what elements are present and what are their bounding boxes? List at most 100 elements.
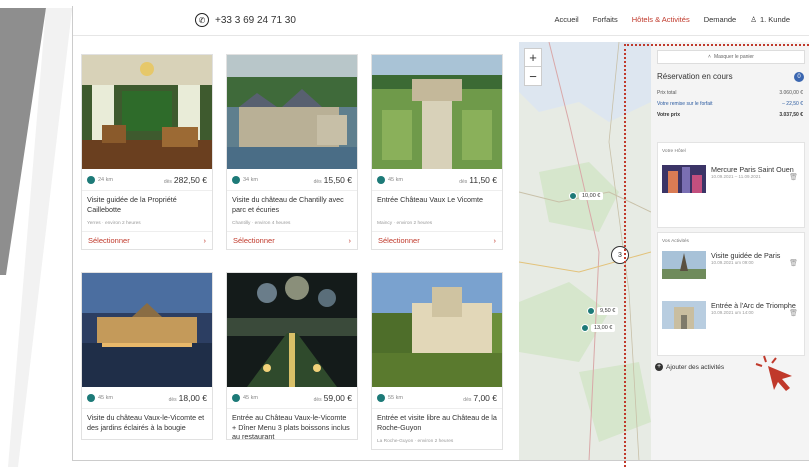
activity-grid: 24 km dès 282,50 € Visite guidée de la Pr… <box>81 54 503 454</box>
location-dot-icon <box>87 175 95 184</box>
activity-card[interactable]: 45 km dès 11,50 € Entrée Château Vaux Le … <box>371 54 503 250</box>
activity-card[interactable]: 45 km dès 59,00 € Entrée au Château Vaux-… <box>226 272 358 441</box>
activity-item-name: Entrée à l'Arc de Triomphe <box>711 301 796 310</box>
top-header: ✆ +33 3 69 24 71 30 Accueil Forfaits Hôt… <box>73 6 809 36</box>
zoom-in-button[interactable]: + <box>525 49 541 67</box>
nav-request[interactable]: Demande <box>704 15 737 24</box>
chevron-up-icon: ˄ <box>708 54 711 60</box>
map-cluster[interactable]: 3 <box>611 246 629 264</box>
user-menu[interactable]: ♙ 1. Kunde <box>750 15 790 24</box>
add-activities-button[interactable]: + Ajouter des activités <box>655 363 724 371</box>
phone-contact[interactable]: ✆ +33 3 69 24 71 30 <box>195 13 296 27</box>
activity-distance: 45 km <box>388 176 403 183</box>
chevron-right-icon: › <box>493 236 497 245</box>
select-button[interactable]: Sélectionner › <box>82 231 212 249</box>
activity-price: 11,50 € <box>469 174 497 185</box>
click-cursor-icon <box>755 355 792 391</box>
plus-icon: + <box>655 363 663 371</box>
activity-subtitle: Yerres · environ 2 heures <box>87 221 141 226</box>
price-prefix: dès <box>168 396 177 403</box>
activities-section: Vos Activités Visite guidée de Paris 10.… <box>657 232 805 356</box>
activity-meta: 55 km dès 7,00 € <box>372 387 502 409</box>
activity-item[interactable]: Visite guidée de Paris 10.09.2021 um 09:… <box>662 251 780 279</box>
activity-title[interactable]: Visite du château de Chantilly avec parc… <box>227 191 357 221</box>
activity-price: 7,00 € <box>473 392 497 403</box>
map-pin-price: 9,50 € <box>597 307 619 315</box>
activity-title[interactable]: Entrée au Château Vaux-le-Vicomte + Dîne… <box>227 409 357 441</box>
hotel-item[interactable]: Mercure Paris Saint Ouen 10.09.2021 – 11… <box>662 165 794 193</box>
activity-title[interactable]: Visite guidée de la Propriété Caillebott… <box>82 191 212 221</box>
map-pin-icon <box>581 324 589 332</box>
activity-price: 15,50 € <box>323 174 352 185</box>
location-dot-icon <box>377 175 385 184</box>
hide-basket-button[interactable]: ˄ Masquer le panier <box>657 50 805 64</box>
map-pin[interactable]: 9,50 € <box>587 307 619 315</box>
activity-subtitle: Chantilly · environ 4 heures <box>232 221 291 226</box>
app-window: ✆ +33 3 69 24 71 30 Accueil Forfaits Hôt… <box>72 6 809 461</box>
select-button[interactable]: Sélectionner › <box>227 231 357 249</box>
activity-item[interactable]: Entrée à l'Arc de Triomphe 10.09.2021 um… <box>662 301 796 329</box>
price-prefix: dès <box>313 396 322 403</box>
hotel-section-header: Votre Hôtel <box>662 149 686 154</box>
map-pin-price: 10,00 € <box>579 192 604 200</box>
map-pin[interactable]: 10,00 € <box>569 192 604 200</box>
nav-hotels-activities[interactable]: Hôtels & Activités <box>632 15 690 24</box>
hotel-name: Mercure Paris Saint Ouen <box>711 165 794 174</box>
add-activities-label: Ajouter des activités <box>666 363 725 371</box>
activity-title[interactable]: Entrée Château Vaux Le Vicomte <box>372 191 502 221</box>
phone-icon: ✆ <box>195 13 209 27</box>
price-prefix: dès <box>163 178 172 185</box>
activity-distance: 55 km <box>388 394 403 401</box>
map-zoom-control: + − <box>524 48 542 86</box>
nav-packages[interactable]: Forfaits <box>593 15 618 24</box>
activity-meta: 45 km dès 59,00 € <box>227 387 357 409</box>
activity-meta: 45 km dès 18,00 € <box>82 387 212 409</box>
activity-distance: 34 km <box>243 176 258 183</box>
activity-title[interactable]: Entrée et visite libre au Château de la … <box>372 409 502 439</box>
activity-subtitle: La Roche-Guyon · environ 2 heures <box>377 439 454 444</box>
chevron-right-icon: › <box>348 236 352 245</box>
select-label: Sélectionner <box>378 236 420 245</box>
total-price-value: 3.060,00 € <box>779 90 803 96</box>
guide-line-vertical <box>624 44 626 467</box>
activity-price: 282,50 € <box>173 174 207 185</box>
map-pin-icon <box>587 307 595 315</box>
trash-icon[interactable]: 🗑 <box>789 309 798 317</box>
trash-icon[interactable]: 🗑 <box>789 259 798 267</box>
zoom-out-button[interactable]: − <box>525 67 541 85</box>
trash-icon[interactable]: 🗑 <box>789 173 798 181</box>
activity-card[interactable]: 45 km dès 18,00 € Visite du château Vaux-… <box>81 272 213 440</box>
map-pin-price: 13,00 € <box>591 324 616 332</box>
location-dot-icon <box>87 393 95 402</box>
nav-home[interactable]: Accueil <box>555 15 579 24</box>
location-dot-icon <box>232 175 240 184</box>
activity-meta: 24 km dès 282,50 € <box>82 169 212 191</box>
map-background <box>519 42 651 460</box>
phone-number: +33 3 69 24 71 30 <box>215 14 296 26</box>
activity-image <box>82 55 212 169</box>
activity-item-dates: 10.09.2021 um 09:00 <box>711 260 754 265</box>
your-price-value: 3.037,50 € <box>779 112 803 118</box>
price-prefix: dès <box>313 178 322 185</box>
activity-price: 59,00 € <box>323 392 352 403</box>
map-pin[interactable]: 13,00 € <box>581 324 616 332</box>
activity-title[interactable]: Visite du château Vaux-le-Vicomte et des… <box>82 409 212 439</box>
price-prefix: dès <box>463 396 472 403</box>
activity-card[interactable]: 55 km dès 7,00 € Entrée et visite libre a… <box>371 272 503 450</box>
activity-distance: 24 km <box>98 176 113 183</box>
main-nav: Accueil Forfaits Hôtels & Activités Dema… <box>555 15 790 24</box>
hotel-thumbnail <box>662 165 706 193</box>
your-price-label: Votre prix <box>657 112 680 118</box>
guide-line-horizontal <box>624 44 809 46</box>
map-view[interactable]: + − 10,00 € 3 9,50 € 13,00 € <box>519 42 651 460</box>
activity-image <box>372 55 502 169</box>
activity-image <box>227 273 357 387</box>
activity-image <box>82 273 212 387</box>
discount-value: – 22,50 € <box>782 101 803 107</box>
select-button[interactable]: Sélectionner › <box>372 231 502 249</box>
activity-item-dates: 10.09.2021 um 14:00 <box>711 310 754 315</box>
activity-card[interactable]: 34 km dès 15,50 € Visite du château de Ch… <box>226 54 358 250</box>
activity-card[interactable]: 24 km dès 282,50 € Visite guidée de la Pr… <box>81 54 213 250</box>
reservation-badge: 0 <box>794 72 804 82</box>
activity-price: 18,00 € <box>178 392 207 403</box>
